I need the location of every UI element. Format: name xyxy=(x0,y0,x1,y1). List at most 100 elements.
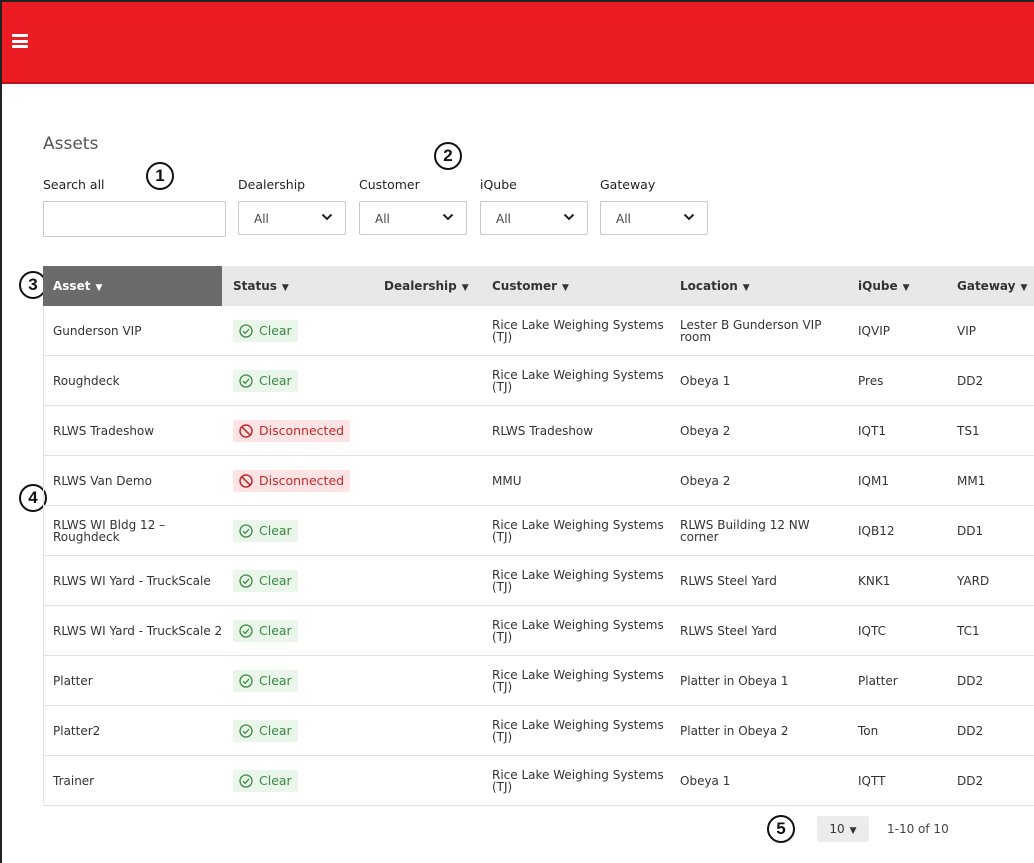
column-header-location[interactable]: Location ▼ xyxy=(680,266,750,306)
table-row[interactable]: RLWS WI Yard - TruckScale Clear Rice Lake … xyxy=(43,556,1034,606)
cell-text: Rice Lake Weighing Systems (TJ) xyxy=(492,367,664,394)
column-header-customer[interactable]: Customer ▼ xyxy=(492,266,569,306)
gateway-select-value: All xyxy=(616,212,631,226)
cell-dealership xyxy=(383,306,483,355)
cell-customer: Rice Lake Weighing Systems (TJ) xyxy=(492,506,667,555)
column-header-dealership[interactable]: Dealership ▼ xyxy=(384,266,469,306)
cell-customer: Rice Lake Weighing Systems (TJ) xyxy=(492,606,667,655)
cell-dealership xyxy=(383,356,483,405)
cell-text: Platter2 xyxy=(53,723,101,738)
cell-text: TC1 xyxy=(957,623,980,638)
cell-text: Rice Lake Weighing Systems (TJ) xyxy=(492,567,664,594)
cell-text: RLWS Van Demo xyxy=(53,473,152,488)
top-bar xyxy=(2,2,1034,84)
cell-dealership xyxy=(383,606,483,655)
search-label: Search all xyxy=(43,177,105,192)
cell-dealership xyxy=(383,656,483,705)
cell-gateway: YARD xyxy=(957,556,1034,605)
cell-text: Trainer xyxy=(53,773,95,788)
cell-iqube: IQTC xyxy=(858,606,948,655)
cell-text: RLWS WI Bldg 12 – Roughdeck xyxy=(53,517,166,544)
cell-text: IQT1 xyxy=(858,423,886,438)
cell-text: DD1 xyxy=(957,523,984,538)
page-title: Assets xyxy=(43,134,99,154)
cell-location: RLWS Steel Yard xyxy=(680,606,845,655)
status-text: Clear xyxy=(259,622,292,638)
column-header-gateway[interactable]: Gateway ▼ xyxy=(957,266,1027,306)
table-row[interactable]: Trainer Clear Rice Lake Weighing Systems (… xyxy=(43,756,1034,806)
cell-iqube: IQB12 xyxy=(858,506,948,555)
gateway-filter-label: Gateway xyxy=(600,177,656,192)
status-text: Clear xyxy=(259,522,292,538)
cell-dealership xyxy=(383,406,483,455)
cell-text: Obeya 1 xyxy=(680,373,731,388)
cell-text: Rice Lake Weighing Systems (TJ) xyxy=(492,717,664,744)
gateway-select[interactable]: All xyxy=(600,201,708,235)
dealership-select[interactable]: All xyxy=(238,201,346,235)
table-row[interactable]: RLWS WI Yard - TruckScale 2 Clear Rice Lak… xyxy=(43,606,1034,656)
callout-5: 5 xyxy=(767,815,795,843)
cell-text: Pres xyxy=(858,373,884,388)
table-row[interactable]: Platter2 Clear Rice Lake Weighing Systems … xyxy=(43,706,1034,756)
column-header-label: Asset xyxy=(53,279,91,293)
table-row[interactable]: RLWS Van Demo Disconnected MMU Obeya 2 IQM1 M… xyxy=(43,456,1034,506)
cell-gateway: VIP xyxy=(957,306,1034,355)
status-badge: Clear xyxy=(233,519,298,542)
cell-text: KNK1 xyxy=(858,573,891,588)
cell-text: DD2 xyxy=(957,673,984,688)
cell-gateway: DD2 xyxy=(957,356,1034,405)
cell-iqube: IQTT xyxy=(858,756,948,805)
cell-text: Ton xyxy=(858,723,879,738)
cell-asset: Trainer xyxy=(53,756,223,805)
page-size-select[interactable]: 10 ▼ xyxy=(817,816,869,842)
search-input[interactable] xyxy=(43,201,226,237)
cell-text: DD2 xyxy=(957,773,984,788)
cell-location: Platter in Obeya 1 xyxy=(680,656,845,705)
cell-iqube: Pres xyxy=(858,356,948,405)
cell-text: IQTT xyxy=(858,773,886,788)
column-header-iqube[interactable]: iQube ▼ xyxy=(858,266,910,306)
page-size-value: 10 xyxy=(829,822,845,836)
cell-text: Gunderson VIP xyxy=(53,323,142,338)
cell-gateway: TC1 xyxy=(957,606,1034,655)
cell-text: IQTC xyxy=(858,623,886,638)
cell-asset: Gunderson VIP xyxy=(53,306,223,355)
cell-text: IQB12 xyxy=(858,523,895,538)
cell-text: MM1 xyxy=(957,473,986,488)
cell-text: RLWS Tradeshow xyxy=(492,423,594,438)
menu-icon[interactable] xyxy=(12,34,28,48)
status-text: Clear xyxy=(259,772,292,788)
cell-location: Obeya 1 xyxy=(680,756,845,805)
table-row[interactable]: Gunderson VIP Clear Rice Lake Weighing Sys… xyxy=(43,306,1034,356)
cell-text: Platter xyxy=(53,673,93,688)
cell-asset: Platter xyxy=(53,656,223,705)
status-badge: Clear xyxy=(233,369,298,392)
table-row[interactable]: RLWS WI Bldg 12 – Roughdeck Clear Rice Lak… xyxy=(43,506,1034,556)
status-text: Disconnected xyxy=(259,472,345,488)
callout-1: 1 xyxy=(146,162,174,190)
customer-filter-label: Customer xyxy=(359,177,420,192)
customer-select[interactable]: All xyxy=(359,201,467,235)
column-header-asset[interactable]: Asset ▼ xyxy=(53,266,102,306)
status-text: Clear xyxy=(259,372,292,388)
cell-location: RLWS Building 12 NW corner xyxy=(680,506,845,555)
column-header-label: Location xyxy=(680,279,738,293)
cell-dealership xyxy=(383,456,483,505)
column-header-status[interactable]: Status ▼ xyxy=(233,266,289,306)
check-circle-icon xyxy=(239,523,259,538)
iqube-select[interactable]: All xyxy=(480,201,588,235)
iqube-select-value: All xyxy=(496,212,511,226)
cell-gateway: TS1 xyxy=(957,406,1034,455)
chevron-down-icon xyxy=(321,213,333,221)
table-row[interactable]: Roughdeck Clear Rice Lake Weighing Systems… xyxy=(43,356,1034,406)
cell-location: Obeya 2 xyxy=(680,456,845,505)
table-row[interactable]: Platter Clear Rice Lake Weighing Systems (… xyxy=(43,656,1034,706)
cell-location: RLWS Steel Yard xyxy=(680,556,845,605)
cell-text: TS1 xyxy=(957,423,980,438)
callout-2: 2 xyxy=(434,142,462,170)
table-row[interactable]: RLWS Tradeshow Disconnected RLWS Tradeshow… xyxy=(43,406,1034,456)
status-badge: Disconnected xyxy=(233,419,351,442)
status-badge: Clear xyxy=(233,569,298,592)
cell-text: IQVIP xyxy=(858,323,890,338)
cell-gateway: DD2 xyxy=(957,756,1034,805)
